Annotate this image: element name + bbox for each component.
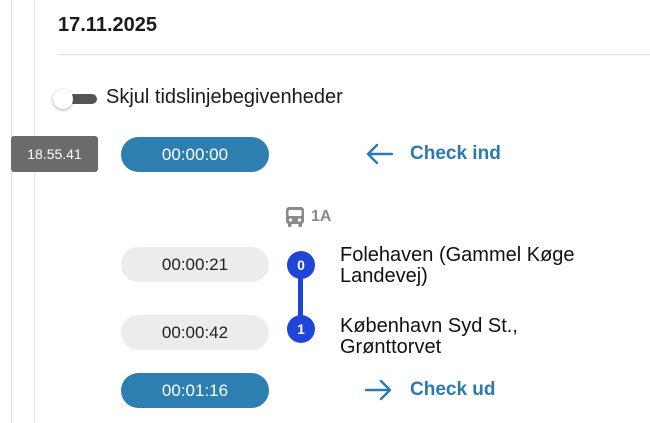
toggle-label: Skjul tidslinjebegivenheder	[106, 86, 343, 108]
toggle-track	[69, 94, 97, 104]
stop-index-marker: 0	[287, 251, 315, 279]
stop-time-pill: 00:00:21	[121, 247, 269, 282]
route-info: 1A	[283, 205, 331, 229]
date-heading: 17.11.2025	[58, 14, 157, 36]
clock-badge: 18.55.41	[11, 136, 98, 172]
arrow-right-icon	[364, 379, 392, 401]
stop-name: Folehaven (Gammel Køge Landevej)	[340, 244, 575, 287]
stop-time-pill: 00:00:42	[121, 315, 269, 350]
check-out-time-pill: 00:01:16	[121, 373, 269, 408]
route-line-label: 1A	[311, 208, 332, 225]
hide-events-toggle[interactable]	[53, 89, 97, 109]
divider	[58, 54, 650, 55]
stop-index-marker: 1	[287, 315, 315, 343]
check-in-label: Check ind	[410, 143, 501, 164]
stop-name: København Syd St., Grønttorvet	[340, 315, 518, 358]
toggle-knob	[53, 89, 73, 109]
check-in-time-pill: 00:00:00	[121, 137, 269, 172]
check-out-action[interactable]: Check ud	[364, 378, 496, 402]
check-out-label: Check ud	[410, 379, 496, 400]
timeline-line	[11, 0, 12, 423]
check-in-action[interactable]: Check ind	[364, 142, 501, 166]
arrow-left-icon	[366, 143, 394, 165]
timeline-inner-line	[34, 0, 35, 423]
bus-icon	[286, 207, 304, 227]
